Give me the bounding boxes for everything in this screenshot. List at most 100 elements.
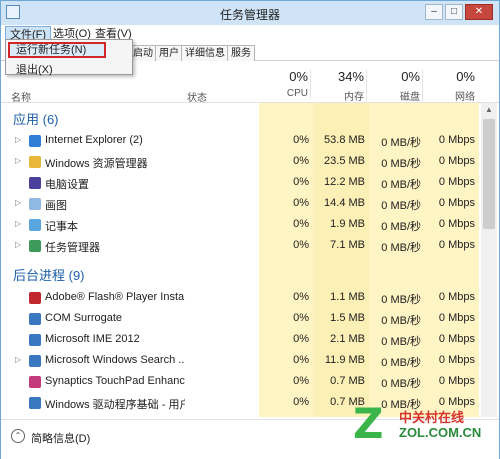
process-row[interactable]: Adobe® Flash® Player Insta... 0% 1.1 MB 0 M… — [1, 289, 479, 309]
expand-chevron-icon[interactable]: ▷ — [15, 156, 21, 165]
disk-label: 磁盘 — [400, 92, 420, 103]
flash-icon — [29, 292, 41, 304]
disk-value: 0 MB/秒 — [381, 137, 421, 149]
column-status-header[interactable]: 状态 — [187, 89, 207, 104]
cpu-total-percent: 0% — [289, 69, 308, 84]
process-name: 任务管理器 — [45, 242, 100, 254]
column-memory-header[interactable]: 34% 内存 — [313, 69, 367, 103]
taskmgr-icon — [29, 240, 41, 252]
network-total-percent: 0% — [456, 69, 475, 84]
tab-services[interactable]: 服务 — [227, 45, 255, 61]
disk-value: 0 MB/秒 — [381, 179, 421, 191]
process-name: Internet Explorer (2) — [45, 134, 143, 146]
apps-group-title: 应用 (6) — [13, 112, 59, 127]
cpu-value: 0% — [293, 333, 309, 345]
fewer-details-link[interactable]: 简略信息(D) — [31, 430, 90, 446]
process-name: Adobe® Flash® Player Insta... — [45, 291, 185, 303]
disk-value: 0 MB/秒 — [381, 315, 421, 327]
network-value: 0 Mbps — [438, 333, 475, 345]
title-bar[interactable]: 任务管理器 – □ ✕ — [1, 1, 499, 25]
disk-value: 0 MB/秒 — [381, 294, 421, 306]
network-value: 0 Mbps — [438, 155, 475, 167]
cpu-value: 0% — [293, 239, 309, 251]
cpu-value: 0% — [293, 197, 309, 209]
maximize-button[interactable]: □ — [445, 4, 463, 20]
process-name: 画图 — [45, 200, 67, 212]
column-disk-header[interactable]: 0% 磁盘 — [369, 69, 423, 103]
notepad-icon — [29, 219, 41, 231]
memory-label: 内存 — [344, 92, 364, 103]
disk-value: 0 MB/秒 — [381, 158, 421, 170]
ie-icon — [29, 135, 41, 147]
cpu-value: 0% — [293, 155, 309, 167]
process-row[interactable]: ▷ 任务管理器 0% 7.1 MB 0 MB/秒 0 Mbps — [1, 237, 479, 257]
network-value: 0 Mbps — [438, 239, 475, 251]
network-value: 0 Mbps — [438, 312, 475, 324]
process-name: Windows 资源管理器 — [45, 158, 148, 170]
cpu-value: 0% — [293, 134, 309, 146]
tab-startup[interactable]: 启动 — [129, 45, 157, 61]
disk-value: 0 MB/秒 — [381, 378, 421, 390]
zol-watermark: Z 中关村在线 ZOL.COM.CN — [353, 399, 499, 457]
cpu-value: 0% — [293, 176, 309, 188]
process-row[interactable]: 电脑设置 0% 12.2 MB 0 MB/秒 0 Mbps — [1, 174, 479, 194]
network-value: 0 Mbps — [438, 134, 475, 146]
process-name: Microsoft IME 2012 — [45, 333, 140, 345]
disk-value: 0 MB/秒 — [381, 200, 421, 212]
network-label: 网络 — [455, 92, 475, 103]
memory-value: 0.7 MB — [330, 375, 365, 387]
process-row[interactable]: ▷ Internet Explorer (2) 0% 53.8 MB 0 MB/秒 0 M… — [1, 132, 479, 152]
zol-watermark-en: ZOL.COM.CN — [399, 425, 482, 440]
scroll-up-arrow-icon[interactable]: ▲ — [481, 103, 497, 117]
run-new-task-menu-item[interactable]: 运行新任务(N) — [8, 42, 106, 58]
memory-value: 1.1 MB — [330, 291, 365, 303]
expand-chevron-icon[interactable]: ▷ — [15, 198, 21, 207]
expand-chevron-icon[interactable]: ▷ — [15, 240, 21, 249]
process-name: Microsoft Windows Search ... — [45, 354, 185, 366]
process-row[interactable]: ▷ 记事本 0% 1.9 MB 0 MB/秒 0 Mbps — [1, 216, 479, 236]
background-group-title: 后台进程 (9) — [13, 268, 85, 283]
process-name: Windows 驱动程序基础 - 用户... — [45, 399, 185, 411]
column-network-header[interactable]: 0% 网络 — [425, 69, 477, 103]
memory-value: 1.9 MB — [330, 218, 365, 230]
process-row[interactable]: ▷ Microsoft Windows Search ... 0% 11.9 MB 0 … — [1, 352, 479, 372]
cpu-value: 0% — [293, 218, 309, 230]
cpu-value: 0% — [293, 291, 309, 303]
column-cpu-header[interactable]: 0% CPU — [257, 69, 311, 99]
minimize-button[interactable]: – — [425, 4, 443, 20]
column-name-header[interactable]: 名称 — [11, 89, 31, 104]
tab-details[interactable]: 详细信息 — [181, 45, 229, 61]
memory-total-percent: 34% — [337, 69, 364, 84]
memory-value: 12.2 MB — [324, 176, 365, 188]
process-name: COM Surrogate — [45, 312, 123, 324]
settings-icon — [29, 177, 41, 189]
process-row[interactable]: ▷ 画图 0% 14.4 MB 0 MB/秒 0 Mbps — [1, 195, 479, 215]
network-value: 0 Mbps — [438, 375, 475, 387]
process-row[interactable]: ▷ Windows 资源管理器 0% 23.5 MB 0 MB/秒 0 Mbps — [1, 153, 479, 173]
process-name: 电脑设置 — [45, 179, 89, 191]
memory-value: 23.5 MB — [324, 155, 365, 167]
expand-chevron-icon[interactable]: ▷ — [15, 135, 21, 144]
expand-chevron-icon[interactable]: ▷ — [15, 219, 21, 228]
exit-menu-item[interactable]: 退出(X) — [16, 61, 53, 77]
chevron-up-icon[interactable]: ⌃ — [11, 429, 25, 443]
zol-logo-letter: Z — [353, 399, 384, 448]
scrollbar-thumb[interactable] — [483, 119, 495, 229]
memory-value: 11.9 MB — [324, 354, 365, 366]
process-name: 记事本 — [45, 221, 78, 233]
driver-icon — [29, 397, 41, 409]
network-value: 0 Mbps — [438, 218, 475, 230]
network-value: 0 Mbps — [438, 354, 475, 366]
process-row[interactable]: Synaptics TouchPad Enhance... 0% 0.7 MB 0 M… — [1, 373, 479, 393]
zol-watermark-cn: 中关村在线 — [399, 410, 465, 425]
process-row[interactable]: COM Surrogate 0% 1.5 MB 0 MB/秒 0 Mbps — [1, 310, 479, 330]
process-row[interactable]: Microsoft IME 2012 0% 2.1 MB 0 MB/秒 0 Mbps — [1, 331, 479, 351]
memory-value: 7.1 MB — [330, 239, 365, 251]
tab-users[interactable]: 用户 — [155, 45, 183, 61]
memory-value: 2.1 MB — [330, 333, 365, 345]
close-button[interactable]: ✕ — [465, 4, 493, 20]
cpu-value: 0% — [293, 354, 309, 366]
expand-chevron-icon[interactable]: ▷ — [15, 355, 21, 364]
disk-value: 0 MB/秒 — [381, 221, 421, 233]
network-value: 0 Mbps — [438, 197, 475, 209]
